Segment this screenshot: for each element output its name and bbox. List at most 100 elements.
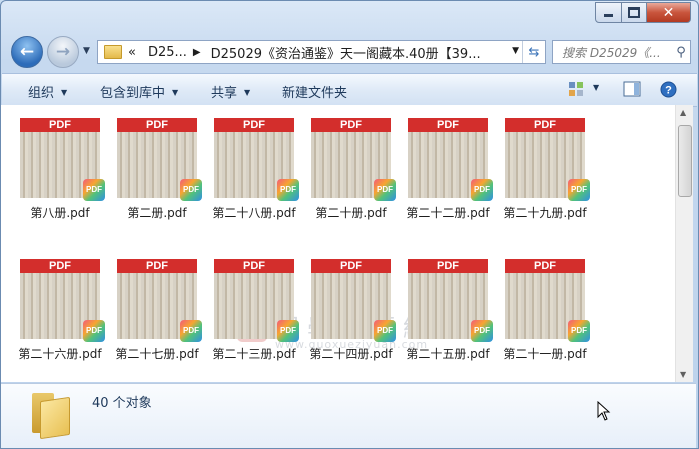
maximize-button[interactable] [622, 2, 647, 23]
maximize-icon [628, 7, 640, 18]
file-view[interactable]: 国 国學資源網 www.guoxueziyuan.com PDFPDF第八册.p… [1, 105, 675, 382]
pdf-band-label: PDF [311, 259, 391, 273]
scroll-up-icon[interactable]: ▲ [680, 108, 686, 117]
minimize-button[interactable] [595, 2, 622, 23]
refresh-button[interactable]: ⇆ [522, 41, 545, 63]
recent-pages-dropdown[interactable]: ▼ [83, 46, 90, 56]
pdf-app-icon: PDF [83, 320, 105, 342]
breadcrumb-item-current[interactable]: D25029《资治通鉴》天一阁藏本.40册【39... [211, 43, 481, 62]
command-bar: 组织 ▼ 包含到库中 ▼ 共享 ▼ 新建文件夹 ▼ ? [2, 73, 697, 107]
pdf-band-label: PDF [408, 259, 488, 273]
folder-icon [104, 45, 122, 59]
breadcrumb-overflow[interactable]: « [128, 45, 136, 60]
search-input[interactable]: 搜索 D25029《... [553, 44, 672, 61]
pdf-app-icon: PDF [471, 320, 493, 342]
pdf-thumbnail: PDF PDF [20, 259, 105, 342]
share-label: 共享 [211, 86, 238, 101]
pdf-band-label: PDF [408, 118, 488, 132]
chevron-right-icon[interactable]: ▶ [193, 47, 201, 58]
file-item[interactable]: PDF PDF 第二十一册.pdf [497, 259, 593, 362]
file-name: 第二十八册.pdf [212, 206, 296, 220]
back-button[interactable]: ← [11, 36, 43, 68]
change-view-button[interactable] [568, 81, 584, 100]
scroll-down-icon[interactable]: ▼ [680, 370, 686, 379]
item-count: 40 个对象 [92, 396, 152, 411]
close-icon: ✕ [662, 4, 675, 21]
file-item[interactable]: PDF PDF 第二十三册.pdf [206, 259, 302, 362]
address-history-dropdown[interactable]: ▼ [512, 46, 519, 56]
pdf-band-label: PDF [20, 259, 100, 273]
folder-front [40, 396, 70, 440]
vertical-scrollbar[interactable]: ▲ ▼ [675, 105, 693, 382]
search-icon[interactable]: ⚲ [672, 45, 690, 60]
pdf-band-label: PDF [20, 118, 100, 132]
scrollbar-thumb[interactable] [678, 125, 692, 197]
pdf-thumbnail: PDF PDF [311, 118, 396, 201]
chevron-down-icon: ▼ [61, 88, 68, 97]
forward-button[interactable]: → [47, 36, 79, 68]
pdf-thumbnail: PDF PDF [505, 118, 590, 201]
pdf-thumbnail: PDF PDF [408, 118, 493, 201]
file-item[interactable]: PDF PDF 第二十六册.pdf [12, 259, 108, 362]
pdf-band-label: PDF [505, 118, 585, 132]
file-item[interactable]: PDF PDF 第二十八册.pdf [206, 118, 302, 221]
file-item[interactable]: PDF PDF 第二册.pdf [109, 118, 205, 221]
file-item[interactable]: PDF PDF 第二十二册.pdf [400, 118, 496, 221]
pdf-band-label: PDF [214, 118, 294, 132]
refresh-icon: ⇆ [528, 44, 540, 60]
pdf-app-icon: PDF [83, 179, 105, 201]
forward-arrow-icon: → [55, 42, 71, 62]
pdf-app-icon: PDF [277, 320, 299, 342]
pdf-thumbnail: PDF PDF [214, 118, 299, 201]
back-arrow-icon: ← [19, 42, 35, 62]
caption-buttons: ✕ [595, 2, 691, 23]
organize-button[interactable]: 组织 ▼ [28, 82, 67, 101]
pdf-thumbnail: PDF PDF [20, 118, 105, 201]
help-icon: ? [660, 81, 677, 98]
file-name: 第二十册.pdf [315, 206, 387, 220]
chevron-down-icon: ▼ [172, 88, 179, 97]
include-library-label: 包含到库中 [100, 86, 166, 101]
pdf-band-label: PDF [117, 259, 197, 273]
new-folder-button[interactable]: 新建文件夹 [282, 82, 347, 101]
file-item[interactable]: PDF PDF 第二十九册.pdf [497, 118, 593, 221]
pdf-app-icon: PDF [180, 179, 202, 201]
pdf-app-icon: PDF [277, 179, 299, 201]
file-item[interactable]: PDF PDF 第二十册.pdf [303, 118, 399, 221]
file-name: 第二十七册.pdf [115, 347, 199, 361]
help-button[interactable]: ? [660, 81, 677, 101]
chevron-down-icon: ▼ [244, 88, 251, 97]
pdf-app-icon: PDF [374, 320, 396, 342]
preview-pane-button[interactable] [623, 81, 641, 100]
pdf-app-icon: PDF [471, 179, 493, 201]
include-in-library-button[interactable]: 包含到库中 ▼ [100, 82, 178, 101]
breadcrumb: « D25... ▶ D25029《资治通鉴》天一阁藏本.40册【39... [128, 43, 481, 62]
file-item[interactable]: PDF PDF 第二十四册.pdf [303, 259, 399, 362]
share-button[interactable]: 共享 ▼ [211, 82, 250, 101]
pdf-band-label: PDF [311, 118, 391, 132]
pdf-thumbnail: PDF PDF [505, 259, 590, 342]
file-name: 第二十一册.pdf [503, 347, 587, 361]
file-item[interactable]: PDF PDF 第八册.pdf [12, 118, 108, 221]
view-options-dropdown[interactable]: ▼ [593, 81, 599, 96]
mouse-cursor-icon [597, 401, 611, 421]
file-item[interactable]: PDF PDF 第二十五册.pdf [400, 259, 496, 362]
pdf-app-icon: PDF [374, 179, 396, 201]
new-folder-label: 新建文件夹 [282, 86, 348, 101]
breadcrumb-item-parent[interactable]: D25... [148, 45, 187, 60]
svg-text:?: ? [665, 85, 672, 97]
pdf-band-label: PDF [214, 259, 294, 273]
pdf-thumbnail: PDF PDF [214, 259, 299, 342]
file-name: 第二十五册.pdf [406, 347, 490, 361]
organize-label: 组织 [28, 86, 55, 101]
details-pane: 40 个对象 [1, 383, 696, 448]
file-name: 第二十二册.pdf [406, 206, 490, 220]
pdf-thumbnail: PDF PDF [408, 259, 493, 342]
search-box[interactable]: 搜索 D25029《... ⚲ [552, 40, 691, 64]
file-name: 第二册.pdf [127, 206, 187, 220]
close-button[interactable]: ✕ [647, 2, 691, 23]
file-item[interactable]: PDF PDF 第二十七册.pdf [109, 259, 205, 362]
pdf-band-label: PDF [117, 118, 197, 132]
pdf-band-label: PDF [505, 259, 585, 273]
address-bar[interactable]: « D25... ▶ D25029《资治通鉴》天一阁藏本.40册【39... ▼… [97, 40, 546, 64]
